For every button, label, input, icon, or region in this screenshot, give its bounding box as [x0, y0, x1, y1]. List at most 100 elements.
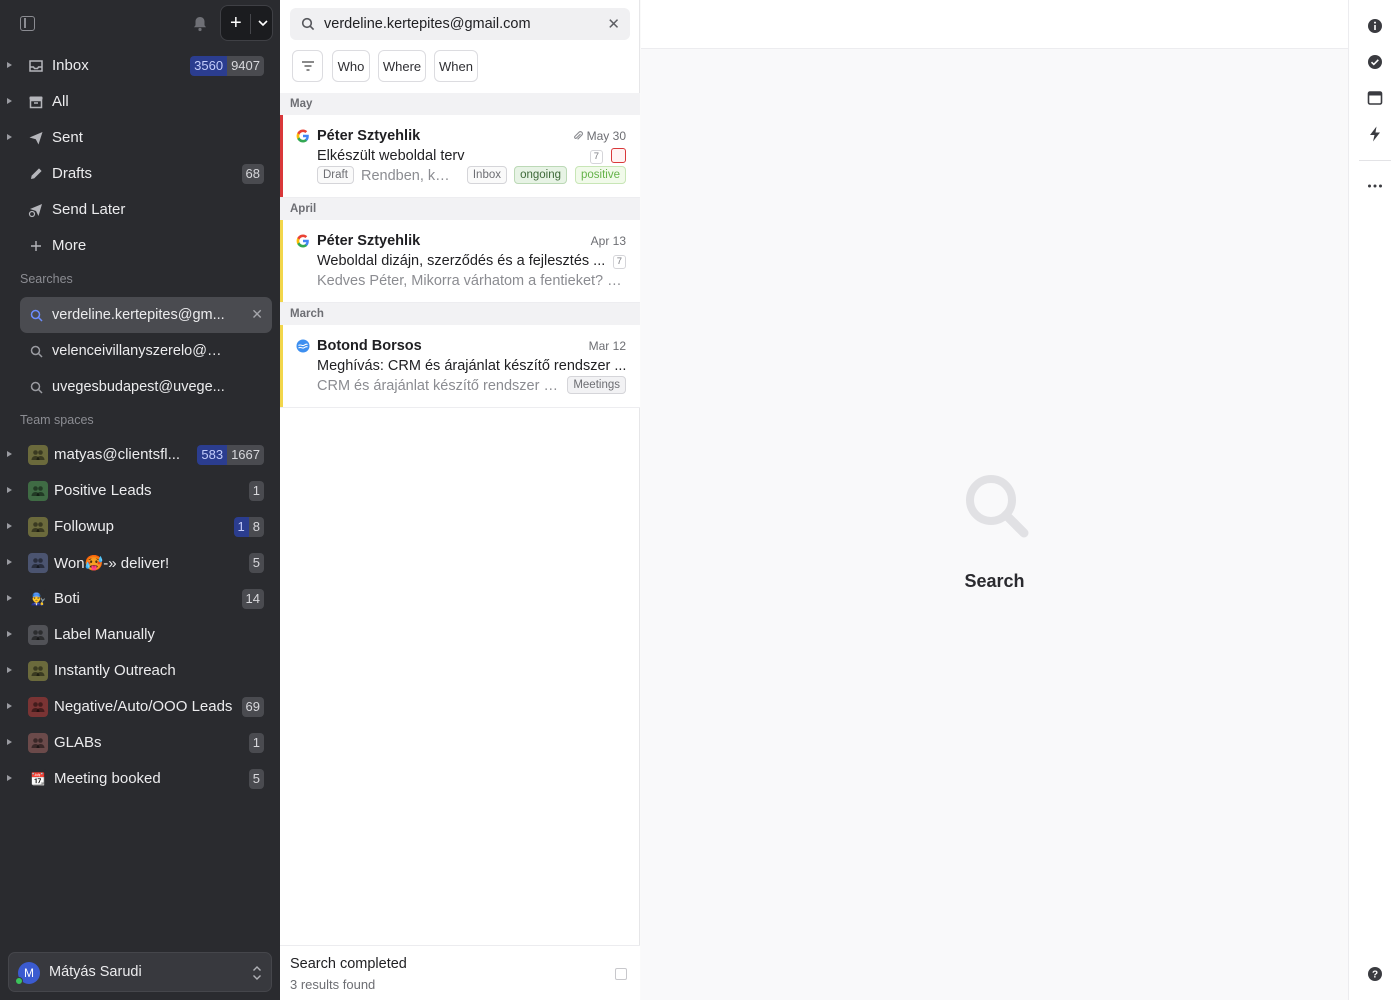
compose-button[interactable]: +: [220, 5, 273, 41]
count-badges: 1: [248, 481, 264, 501]
team-space-item[interactable]: Negative/Auto/OOO Leads 69: [0, 689, 280, 725]
team-space-item[interactable]: Instantly Outreach: [0, 653, 280, 689]
account-switcher[interactable]: M Mátyás Sarudi: [8, 952, 272, 992]
sidebar: + Inbox 3560 9407 All Sent Drafts 68 Send Later…: [0, 0, 280, 1000]
sidebar-item-all[interactable]: All: [0, 84, 280, 120]
sidebar-item-more[interactable]: More: [0, 228, 280, 264]
filter-options-button[interactable]: [292, 50, 323, 82]
thread-count-badge: 7: [589, 150, 603, 164]
team-space-item[interactable]: GLABs 1: [0, 725, 280, 761]
search-input[interactable]: verdeline.kertepites@gmail.com ✕: [290, 8, 630, 40]
saved-search-item[interactable]: verdeline.kertepites@gm... ✕: [20, 297, 272, 333]
message-subject: Weboldal dizájn, szerződés és a fejleszt…: [317, 253, 606, 269]
help-icon[interactable]: ?: [1366, 965, 1384, 983]
info-icon[interactable]: [1366, 17, 1384, 35]
label-chip[interactable]: Inbox: [466, 166, 507, 184]
right-rail: ?: [1348, 0, 1400, 1000]
flag-bar: [280, 115, 283, 197]
sidebar-item-drafts[interactable]: Drafts 68: [0, 156, 280, 192]
team-space-item[interactable]: 👨‍🔧 Boti 14: [0, 581, 280, 617]
collapse-icon[interactable]: [615, 968, 627, 980]
expand-arrow-icon[interactable]: [7, 487, 12, 493]
bell-icon[interactable]: [190, 14, 210, 34]
search-icon: [301, 17, 315, 31]
expand-arrow-icon[interactable]: [7, 667, 12, 673]
total-count-badge: 69: [241, 697, 264, 717]
saved-search-item[interactable]: uvegesbudapest@uvege...: [20, 369, 272, 405]
label-chip[interactable]: ongoing: [514, 166, 567, 184]
label-chip[interactable]: Meetings: [567, 376, 626, 394]
check-circle-icon[interactable]: [1366, 53, 1384, 71]
team-space-item[interactable]: Followup 1 8: [0, 509, 280, 545]
chevron-down-icon[interactable]: [256, 16, 270, 30]
filter-where-button[interactable]: Where: [378, 50, 426, 82]
count-badges: 3560 9407: [190, 56, 264, 76]
label-chip[interactable]: positive: [575, 166, 626, 184]
expand-arrow-icon[interactable]: [7, 62, 12, 68]
sidebar-item-sent[interactable]: Sent: [0, 120, 280, 156]
team-space-item[interactable]: 📆 Meeting booked 5: [0, 761, 280, 797]
lightning-icon[interactable]: [1366, 125, 1384, 143]
filter-who-button[interactable]: Who: [332, 50, 370, 82]
message-row[interactable]: Botond Borsos Mar 12 Meghívás: CRM és áraj…: [280, 325, 640, 408]
message-row[interactable]: Péter Sztyehlik Apr 13 Weboldal dizájn, sz…: [280, 220, 640, 303]
plus-icon: +: [230, 12, 242, 34]
expand-arrow-icon[interactable]: [7, 595, 12, 601]
sidebar-item-label: Send Later: [52, 201, 126, 218]
team-space-item[interactable]: Positive Leads 1: [0, 473, 280, 509]
flag-bar: [280, 220, 283, 302]
team-space-label: Boti: [54, 590, 80, 607]
total-count-badge: 1667: [227, 445, 264, 465]
message-row[interactable]: Péter Sztyehlik May 30 Elkészült weboldal …: [280, 115, 640, 198]
expand-arrow-icon[interactable]: [7, 451, 12, 457]
count-badges: 18: [233, 517, 264, 537]
message-date: Apr 13: [590, 234, 626, 248]
team-space-label: Positive Leads: [54, 482, 152, 499]
expand-arrow-icon[interactable]: [7, 134, 12, 140]
more-options-icon[interactable]: [1366, 177, 1384, 195]
clear-search-icon[interactable]: ✕: [607, 15, 620, 33]
svg-text:?: ?: [1372, 970, 1378, 981]
todo-checkbox[interactable]: [611, 148, 626, 163]
sender-name: Botond Borsos: [317, 338, 422, 354]
message-subject: Meghívás: CRM és árajánlat készítő rends…: [317, 358, 627, 374]
sender-name: Péter Sztyehlik: [317, 233, 421, 249]
sidebar-toggle-icon[interactable]: [20, 16, 35, 31]
message-date: May 30: [586, 129, 626, 143]
team-space-item[interactable]: Label Manually: [0, 617, 280, 653]
unread-count-badge: 3560: [190, 56, 228, 76]
close-icon[interactable]: ✕: [251, 306, 263, 323]
month-header: April: [280, 198, 640, 220]
reading-pane-header: [641, 0, 1348, 49]
expand-arrow-icon[interactable]: [7, 559, 12, 565]
calendar-window-icon[interactable]: [1366, 89, 1384, 107]
sidebar-item-send-later[interactable]: Send Later: [0, 192, 280, 228]
total-count-badge: 1: [248, 481, 264, 501]
message-preview: Rendben, kös...: [361, 168, 457, 184]
search-result-count: 3 results found: [290, 977, 376, 992]
team-avatar-icon: [28, 661, 48, 681]
expand-arrow-icon[interactable]: [7, 739, 12, 745]
chevron-updown-icon: [253, 966, 261, 980]
message-preview: Kedves Péter, Mikorra várhatom a fentiek…: [317, 273, 627, 289]
search-query[interactable]: verdeline.kertepites@gmail.com: [324, 16, 531, 32]
team-space-label: Won🥵-» deliver!: [54, 555, 170, 572]
saved-search-item[interactable]: velenceivillanyszerelo@g...: [20, 333, 272, 369]
sidebar-item-inbox[interactable]: Inbox 3560 9407: [0, 48, 280, 84]
expand-arrow-icon[interactable]: [7, 523, 12, 529]
team-emoji: 👨‍🔧: [30, 592, 46, 606]
team-space-item[interactable]: Won🥵-» deliver! 5: [0, 545, 280, 581]
expand-arrow-icon[interactable]: [7, 703, 12, 709]
team-space-item[interactable]: matyas@clientsfl... 583 1667: [0, 437, 280, 473]
total-count-badge: 8: [248, 517, 264, 537]
filter-when-button[interactable]: When: [434, 50, 478, 82]
team-spaces-heading: Team spaces: [20, 413, 94, 427]
expand-arrow-icon[interactable]: [7, 775, 12, 781]
expand-arrow-icon[interactable]: [7, 631, 12, 637]
team-space-label: Meeting booked: [54, 770, 161, 787]
message-preview: CRM és árajánlat készítő rendszer e...: [317, 378, 561, 394]
total-count-badge: 68: [241, 164, 264, 184]
sidebar-item-label: All: [52, 93, 69, 110]
expand-arrow-icon[interactable]: [7, 98, 12, 104]
team-avatar-icon: [28, 625, 48, 645]
